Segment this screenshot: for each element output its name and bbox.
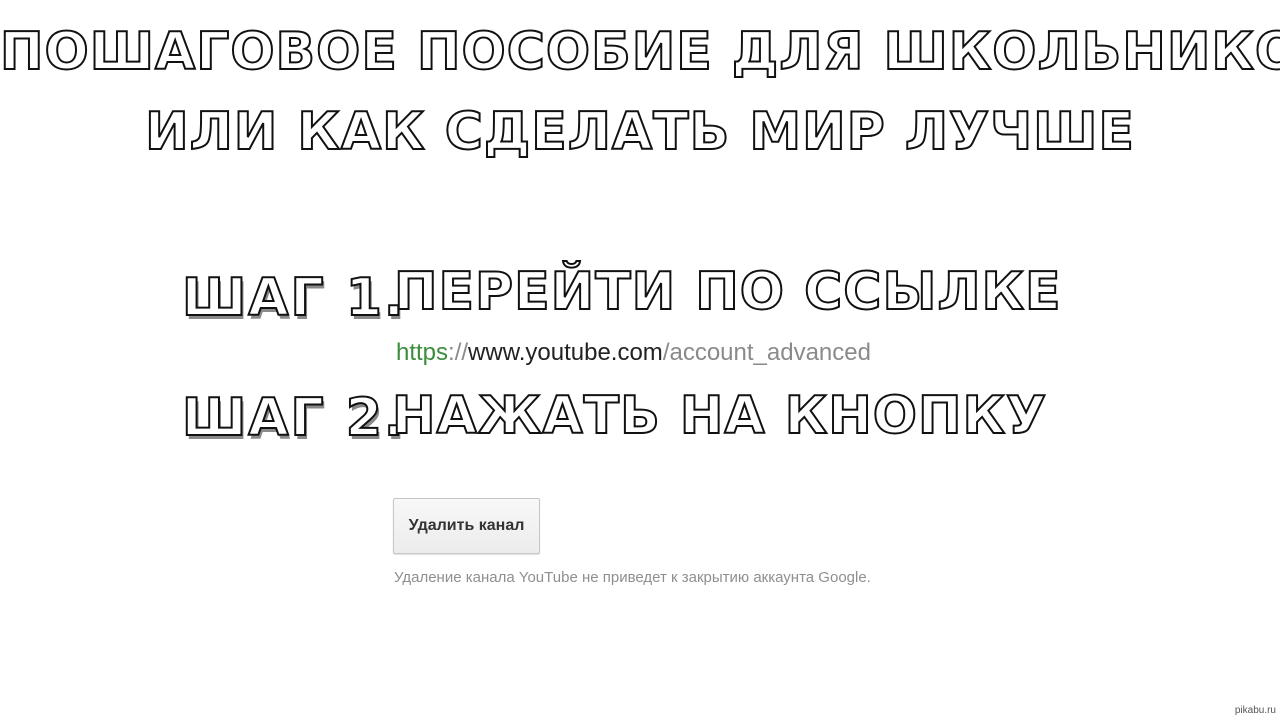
delete-channel-note: Удаление канала YouTube не приведет к за… bbox=[394, 569, 871, 586]
title-line-1: ПОШАГОВОЕ ПОСОБИЕ ДЛЯ ШКОЛЬНИКОВ bbox=[0, 22, 1280, 82]
url-scheme: https bbox=[396, 339, 449, 366]
meme-page: ПОШАГОВОЕ ПОСОБИЕ ДЛЯ ШКОЛЬНИКОВ ИЛИ КАК… bbox=[0, 0, 1280, 720]
watermark: pikabu.ru bbox=[1234, 705, 1276, 716]
step-1-instruction: ПЕРЕЙТИ ПО ССЫЛКЕ bbox=[393, 262, 1062, 322]
youtube-link[interactable]: https://www.youtube.com/account_advanced bbox=[396, 338, 892, 368]
step-2-instruction: НАЖАТЬ НА КНОПКУ bbox=[391, 386, 1048, 446]
url-host: www.youtube.com bbox=[468, 339, 663, 366]
url-separator: :// bbox=[448, 339, 469, 366]
delete-channel-button[interactable]: Удалить канал bbox=[393, 498, 540, 554]
step-2-label: ШАГ 2. bbox=[181, 388, 406, 448]
step-1-label: ШАГ 1. bbox=[181, 268, 406, 328]
title-line-2: ИЛИ КАК СДЕЛАТЬ МИР ЛУЧШЕ bbox=[144, 102, 1135, 162]
url-path: /account_advanced bbox=[662, 339, 871, 366]
